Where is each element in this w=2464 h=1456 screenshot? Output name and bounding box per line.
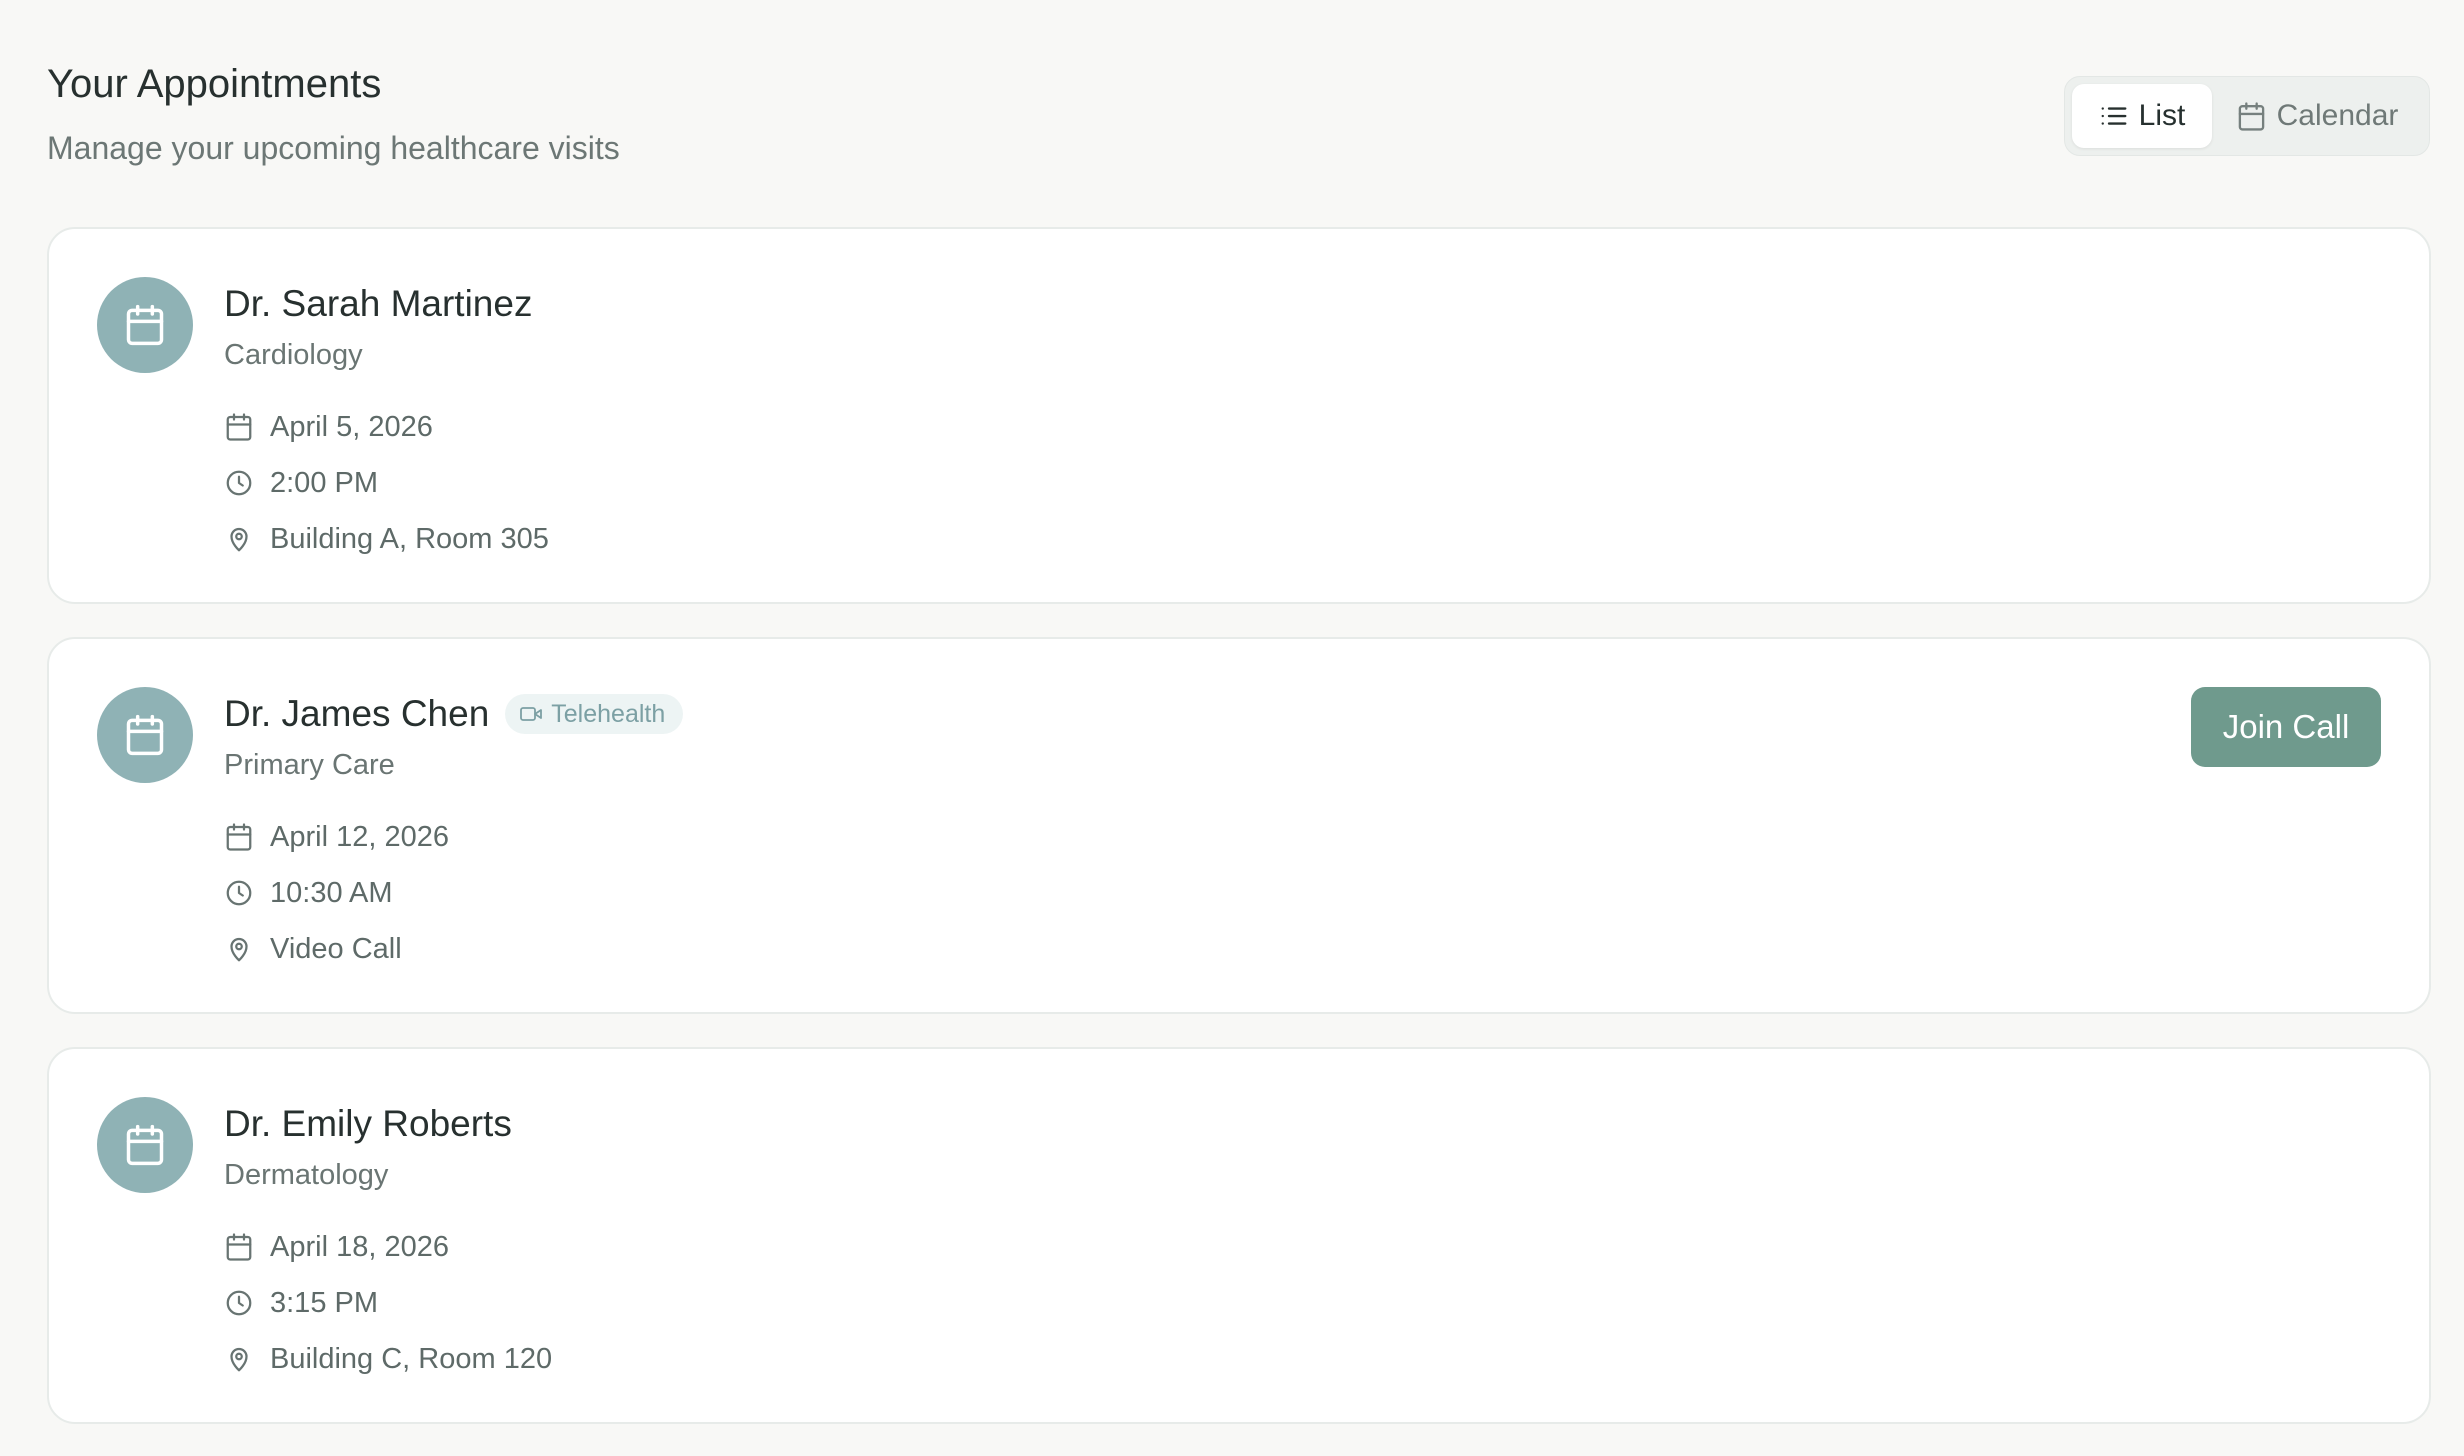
view-toggle: List Calendar: [2064, 76, 2430, 156]
doctor-row: Dr. Emily Roberts: [224, 1099, 552, 1149]
calendar-icon: [126, 714, 164, 756]
appointment-time: 2:00 PM: [270, 466, 378, 499]
appointment-card: Dr. James Chen Telehealth Primary Care A…: [47, 637, 2431, 1014]
video-icon: [519, 702, 543, 726]
appointment-location-row: Building C, Room 120: [224, 1331, 552, 1387]
appointment-location-row: Building A, Room 305: [224, 511, 549, 567]
doctor-specialty: Cardiology: [224, 339, 363, 371]
appointment-info-list: April 5, 2026 2:00 PM Building A, Room 3…: [224, 399, 549, 567]
appointment-card: Dr. Emily Roberts Dermatology April 18, …: [47, 1047, 2431, 1424]
appointments-page: Your Appointments Manage your upcoming h…: [0, 0, 2464, 1456]
map-pin-icon: [224, 524, 254, 554]
appointment-location: Building C, Room 120: [270, 1342, 553, 1375]
map-pin-icon: [224, 1344, 254, 1374]
doctor-row: Dr. James Chen Telehealth: [224, 689, 684, 739]
doctor-specialty: Primary Care: [224, 749, 395, 781]
doctor-name: Dr. Emily Roberts: [224, 1103, 512, 1144]
appointment-info-list: April 12, 2026 10:30 AM Video Call: [224, 809, 683, 977]
calendar-icon: [224, 1232, 254, 1262]
appointment-date-row: April 18, 2026: [224, 1219, 552, 1275]
join-call-button[interactable]: Join Call: [2191, 687, 2381, 767]
calendar-icon: [224, 822, 254, 852]
page-title: Your Appointments: [47, 62, 382, 106]
appointment-date: April 12, 2026: [270, 820, 449, 853]
appointment-time-row: 10:30 AM: [224, 865, 683, 921]
appointment-avatar: [97, 277, 193, 373]
clock-icon: [224, 468, 254, 498]
appointment-date: April 18, 2026: [270, 1230, 449, 1263]
doctor-name: Dr. Sarah Martinez: [224, 283, 533, 324]
appointment-details: Dr. Sarah Martinez Cardiology April 5, 2…: [224, 279, 549, 567]
doctor-specialty: Dermatology: [224, 1159, 389, 1191]
appointment-time-row: 3:15 PM: [224, 1275, 552, 1331]
appointment-avatar: [97, 1097, 193, 1193]
clock-icon: [224, 878, 254, 908]
list-view-button[interactable]: List: [2072, 84, 2212, 148]
page-subtitle: Manage your upcoming healthcare visits: [47, 130, 620, 166]
calendar-icon: [126, 1124, 164, 1166]
doctor-name: Dr. James Chen: [224, 693, 490, 734]
calendar-icon: [2236, 101, 2267, 132]
appointment-date-row: April 12, 2026: [224, 809, 683, 865]
map-pin-icon: [224, 934, 254, 964]
list-view-label: List: [2138, 99, 2186, 132]
calendar-view-button[interactable]: Calendar: [2212, 84, 2422, 148]
doctor-row: Dr. Sarah Martinez: [224, 279, 549, 329]
appointment-location: Video Call: [270, 932, 402, 965]
appointment-date-row: April 5, 2026: [224, 399, 549, 455]
clock-icon: [224, 1288, 254, 1318]
telehealth-badge-label: Telehealth: [551, 699, 666, 728]
appointment-details: Dr. James Chen Telehealth Primary Care A…: [224, 689, 684, 977]
telehealth-badge: Telehealth: [505, 694, 684, 734]
appointment-info-list: April 18, 2026 3:15 PM Building C, Room …: [224, 1219, 552, 1387]
appointment-details: Dr. Emily Roberts Dermatology April 18, …: [224, 1099, 552, 1387]
page-header: Your Appointments Manage your upcoming h…: [47, 58, 620, 168]
appointment-location-row: Video Call: [224, 921, 683, 977]
appointment-time: 10:30 AM: [270, 876, 393, 909]
calendar-view-label: Calendar: [2276, 99, 2399, 132]
calendar-icon: [126, 304, 164, 346]
appointment-location: Building A, Room 305: [270, 522, 549, 555]
calendar-icon: [224, 412, 254, 442]
appointment-time: 3:15 PM: [270, 1286, 378, 1319]
appointment-avatar: [97, 687, 193, 783]
appointment-time-row: 2:00 PM: [224, 455, 549, 511]
appointment-card: Dr. Sarah Martinez Cardiology April 5, 2…: [47, 227, 2431, 604]
list-icon: [2099, 101, 2129, 131]
appointment-date: April 5, 2026: [270, 410, 433, 443]
